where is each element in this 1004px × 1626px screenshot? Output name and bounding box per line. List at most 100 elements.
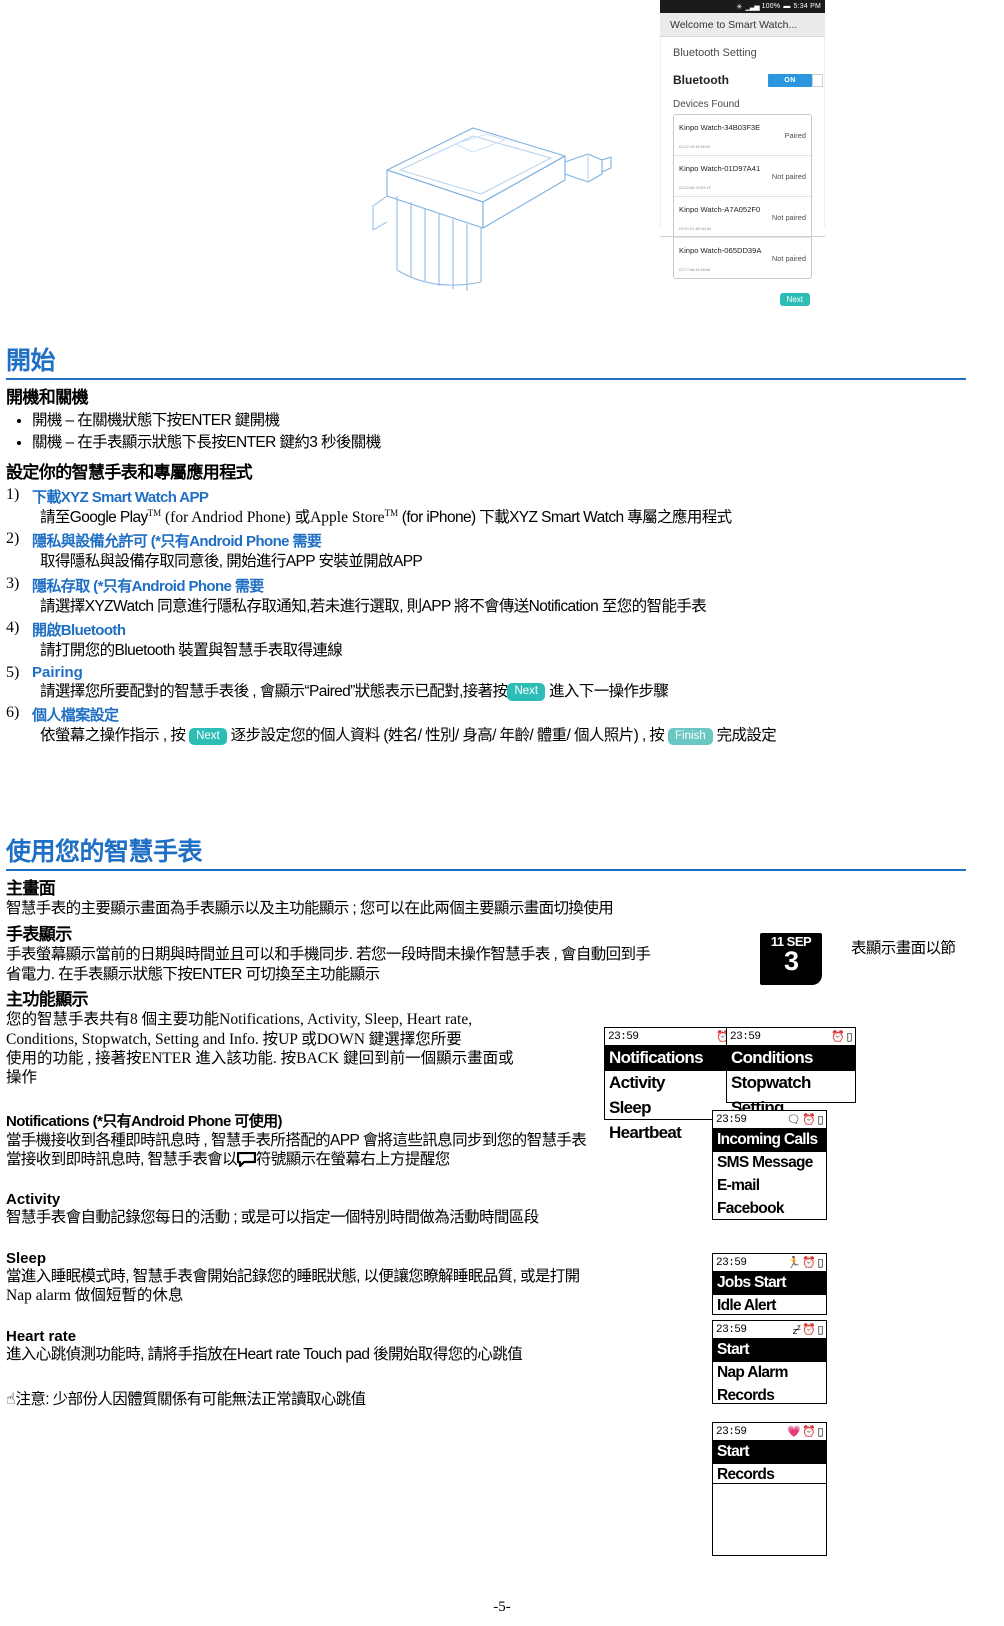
device-list-item[interactable]: Kinpo Watch-065DD39A D2:77:88:44:55:68 N… — [674, 238, 811, 278]
lcd-menu-row[interactable]: Notifications — [605, 1046, 740, 1071]
device-list-item[interactable]: Kinpo Watch-A7A052F0 D2:01:E1:6D:84:84 N… — [674, 197, 811, 238]
section-start-title: 開始 — [6, 347, 56, 375]
device-name: Kinpo Watch-34B03F3E — [679, 123, 761, 132]
alarm-icon: ⏰ — [802, 1323, 816, 1336]
device-line-drawing — [355, 110, 615, 295]
lcd-status-icons: 🗨 ⏰ ▯ — [787, 1113, 824, 1126]
watch-display-text-c: 省電力. 在手表顯示狀態下按ENTER 可切換至主功能顯示 — [6, 965, 380, 983]
lcd-time: 23:59 — [716, 1256, 747, 1269]
battery-icon: ▯ — [817, 1113, 823, 1126]
lcd-status-bar: 23:59 💗 ⏰ ▯ — [713, 1423, 826, 1441]
notifications-heading: Notifications (*只有Android Phone 可使用) — [6, 1112, 282, 1130]
device-pair-state: Not paired — [771, 212, 806, 222]
lcd-status-icons: zz ⏰ ▯ — [793, 1323, 824, 1337]
watch-screen-notifications: 23:59 🗨 ⏰ ▯ Incoming Calls SMS Message E… — [712, 1110, 827, 1220]
lcd-menu-row[interactable]: E-mail — [713, 1175, 826, 1198]
bluetooth-icon: ✳ — [736, 3, 743, 11]
main-func-line: Conditions, Stopwatch, Setting and Info.… — [6, 1030, 462, 1048]
step-description: 請打開您的Bluetooth 裝置與智慧手表取得連線 — [40, 642, 343, 660]
device-list-item[interactable]: Kinpo Watch-01D97A41 D2:22:85:29:E9:1F N… — [674, 156, 811, 197]
step-number: 6) — [6, 703, 20, 721]
step-desc-post: 完成設定 — [716, 726, 777, 744]
step-number: 4) — [6, 619, 20, 637]
battery-icon: ▯ — [817, 1323, 823, 1336]
phone-screenshot: ✳ ▁▃▅ 100% ▬ 5:34 PM Welcome to Smart Wa… — [660, 0, 825, 306]
step-title: 隱私存取 (*只有Android Phone 需要 — [32, 577, 264, 595]
setup-step: 6) 個人檔案設定 依螢幕之操作指示 , 按 Next 逐步設定您的個人資料 (… — [6, 704, 966, 748]
bluetooth-toggle[interactable]: ON — [768, 73, 823, 87]
watch-display-text-b: 表顯示畫面以節 — [851, 940, 956, 957]
device-list-item[interactable]: Kinpo Watch-34B03F3E D2:22:33:44:55:00 P… — [674, 115, 811, 156]
setup-step: 3) 隱私存取 (*只有Android Phone 需要 請選擇XYZWatch… — [6, 575, 966, 619]
watch-display-text-a: 手表螢幕顯示當前的日期與時間並且可以和手機同步. 若您一段時間未操作智慧手表 ,… — [6, 946, 651, 964]
battery-icon: ▯ — [817, 1256, 823, 1269]
power-bullet-list: 開機 – 在關機狀態下按ENTER 鍵開機 關機 – 在手表顯示狀態下長按ENT… — [6, 410, 966, 455]
alarm-icon: ⏰ — [802, 1113, 816, 1126]
watch-screen-heartrate: 23:59 💗 ⏰ ▯ Start Records — [712, 1422, 827, 1484]
phone-next-row: Next — [673, 279, 812, 306]
manual-page: ✳ ▁▃▅ 100% ▬ 5:34 PM Welcome to Smart Wa… — [0, 0, 1004, 1626]
setup-step: 1) 下載XYZ Smart Watch APP 請至Google PlayTM… — [6, 486, 966, 531]
step-number: 1) — [6, 485, 20, 503]
phone-app-title: Welcome to Smart Watch... — [660, 13, 825, 37]
main-screen-text: 智慧手表的主要顯示畫面為手表顯示以及主功能顯示 ; 您可以在此兩個主要顯示畫面切… — [6, 900, 614, 917]
phone-screen-body: Bluetooth Setting Bluetooth ON Devices F… — [660, 37, 825, 306]
lcd-status-icons: ⏰ ▯ — [831, 1030, 852, 1043]
device-mac: D2:22:85:29:E9:1F — [679, 186, 711, 190]
battery-icon: ▯ — [846, 1030, 852, 1043]
devices-list: Kinpo Watch-34B03F3E D2:22:33:44:55:00 P… — [673, 114, 812, 279]
main-screen-heading: 主畫面 — [6, 879, 56, 898]
setup-step: 4) 開啟Bluetooth 請打開您的Bluetooth 裝置與智慧手表取得連… — [6, 619, 966, 663]
next-chip[interactable]: Next — [507, 683, 546, 701]
lcd-menu-row[interactable]: Idle Alert — [713, 1295, 826, 1318]
device-pair-state: Not paired — [771, 171, 806, 181]
section-start: 開始 開機和關機 開機 – 在關機狀態下按ENTER 鍵開機 關機 – 在手表顯… — [6, 341, 966, 748]
lcd-time: 23:59 — [716, 1113, 747, 1126]
device-name: Kinpo Watch-A7A052F0 — [679, 205, 761, 214]
step-desc-pre: 依螢幕之操作指示 , 按 — [40, 726, 186, 744]
next-chip[interactable]: Next — [189, 727, 227, 746]
device-name: Kinpo Watch-01D97A41 — [679, 164, 761, 173]
lcd-menu-row[interactable]: SMS Message — [713, 1152, 826, 1175]
step-desc-c: (for iPhone) 下載XYZ Smart Watch 專屬之應用程式 — [398, 509, 732, 527]
lcd-menu-row[interactable]: Jobs Start — [713, 1272, 826, 1295]
lcd-status-bar: 23:59 ⏰ ▯ — [605, 1028, 740, 1046]
lcd-menu-row[interactable]: Start — [713, 1339, 826, 1362]
lcd-menu-row[interactable]: Incoming Calls — [713, 1129, 826, 1152]
bluetooth-label: Bluetooth — [673, 73, 729, 87]
message-bubble-icon — [236, 1151, 257, 1168]
notifications-text-b-pre: 當接收到即時訊息時, 智慧手表會以 — [6, 1151, 238, 1168]
power-heading: 開機和關機 — [6, 388, 89, 407]
step-description: 請至Google PlayTM (for Andriod Phone) 或App… — [40, 508, 966, 528]
lcd-time: 23:59 — [608, 1030, 639, 1043]
lcd-status-icons: 🏃 ⏰ ▯ — [787, 1256, 823, 1269]
lcd-menu-row[interactable]: Stopwatch — [727, 1071, 855, 1096]
setup-steps: 1) 下載XYZ Smart Watch APP 請至Google PlayTM… — [6, 486, 966, 748]
lcd-time: 23:59 — [716, 1425, 747, 1438]
lcd-menu-row[interactable]: Activity — [605, 1071, 740, 1096]
step-title: 個人檔案設定 — [32, 706, 119, 724]
main-func-heading: 主功能顯示 — [6, 990, 89, 1010]
phone-bottom-rule — [660, 236, 825, 237]
phone-next-button[interactable]: Next — [779, 293, 810, 306]
lcd-status-bar: 23:59 🗨 ⏰ ▯ — [713, 1111, 826, 1129]
alarm-icon: ⏰ — [831, 1030, 845, 1043]
lcd-menu-row[interactable]: Records — [713, 1385, 826, 1408]
trademark: TM — [384, 507, 399, 518]
setup-step: 5) Pairing 請選擇您所要配對的智慧手表後 , 會顯示“Paired”狀… — [6, 664, 966, 704]
watch-screen-frame-bottom — [712, 1484, 827, 1556]
lcd-menu-row[interactable]: Nap Alarm — [713, 1362, 826, 1385]
lcd-menu-row[interactable]: Conditions — [727, 1046, 855, 1071]
step-desc-a: 請至Google Play — [40, 509, 148, 527]
device-name: Kinpo Watch-065DD39A — [679, 246, 762, 255]
notifications-text-b-post: 符號顯示在螢幕右上方提醒您 — [255, 1151, 450, 1168]
devices-found-heading: Devices Found — [673, 99, 740, 110]
device-pair-state: Paired — [784, 130, 806, 140]
step-title: 隱私與設備允許可 (*只有Android Phone 需要 — [32, 533, 322, 551]
step-title: Pairing — [32, 663, 83, 681]
signal-icon: ▁▃▅ — [745, 3, 759, 11]
device-mac: D2:22:33:44:55:00 — [679, 145, 711, 149]
finish-chip[interactable]: Finish — [668, 727, 713, 746]
lcd-menu-row[interactable]: Start — [713, 1441, 826, 1464]
lcd-menu-row[interactable]: Facebook — [713, 1198, 826, 1221]
